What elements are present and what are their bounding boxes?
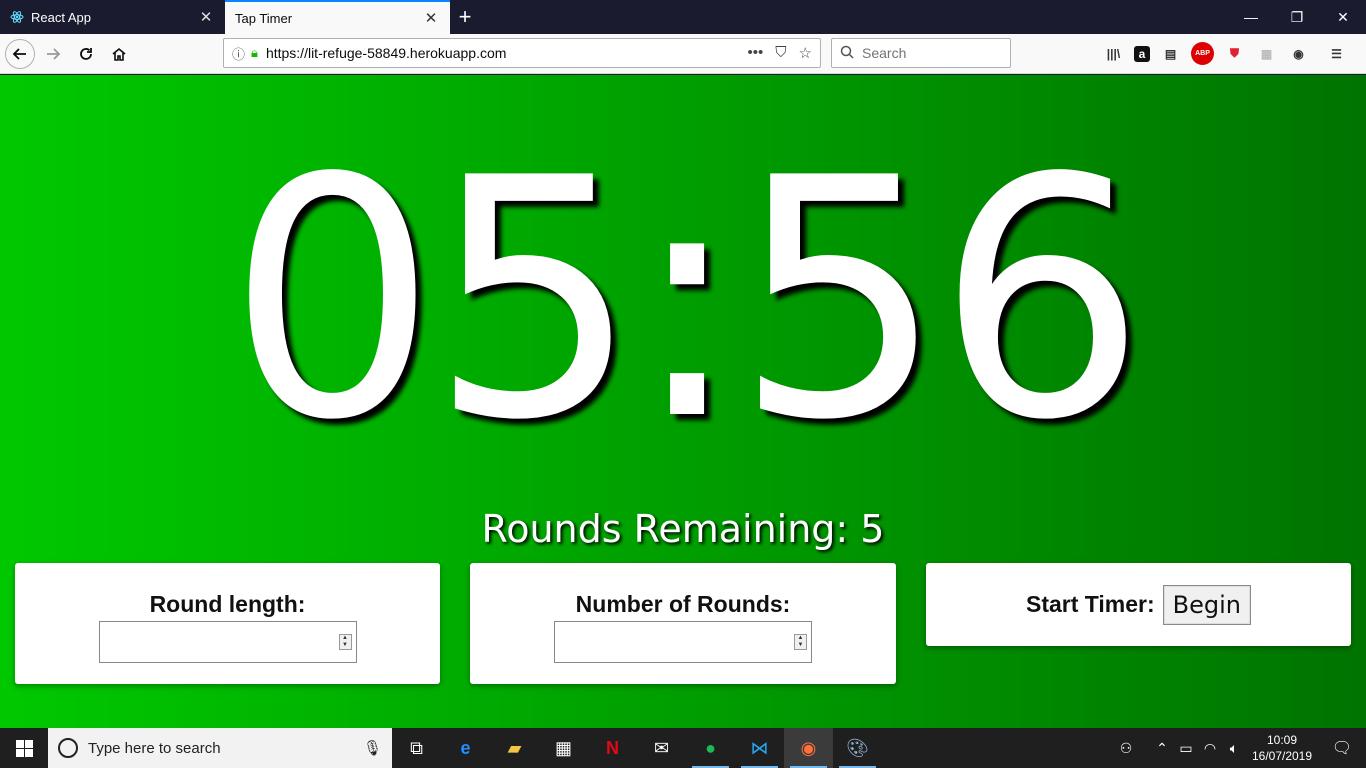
- timer-display: 05:56: [227, 108, 1146, 492]
- amazon-icon[interactable]: a: [1134, 45, 1150, 62]
- reload-icon: [80, 47, 92, 60]
- round-length-input[interactable]: [99, 622, 356, 662]
- spin-down-icon[interactable]: ▼: [795, 642, 806, 649]
- tap-timer-page: 05:56 Rounds Remaining: 5 Round length: …: [0, 75, 1366, 728]
- cortana-icon: [58, 738, 78, 758]
- search-placeholder: Search: [862, 45, 907, 61]
- back-arrow-icon: [12, 47, 26, 60]
- start-button[interactable]: [0, 728, 48, 768]
- taskbar: Type here to search 🎙︎ ⧉ e ▰ ▦ N ✉ ● ⋈ ◉…: [0, 728, 1366, 768]
- netflix-icon[interactable]: N: [588, 728, 637, 768]
- task-view-icon[interactable]: ⧉: [392, 728, 441, 768]
- window-controls: — ❐ ✕: [1228, 0, 1366, 34]
- account-icon[interactable]: ◉: [1287, 42, 1310, 65]
- info-icon[interactable]: ⓘ: [232, 44, 245, 63]
- tab-tap-timer[interactable]: Tap Timer ✕: [225, 0, 450, 34]
- store-icon[interactable]: ▦: [539, 728, 588, 768]
- spin-up-icon[interactable]: ▲: [340, 635, 351, 642]
- volume-icon[interactable]: 🔈︎: [1222, 740, 1246, 757]
- minimize-button[interactable]: —: [1228, 0, 1274, 34]
- mail-icon[interactable]: ✉: [637, 728, 686, 768]
- pocket-icon[interactable]: ⛉: [775, 44, 786, 62]
- search-icon: [840, 45, 854, 62]
- tab-close-icon[interactable]: ✕: [422, 9, 440, 27]
- extension-icon[interactable]: ▦: [1255, 42, 1278, 65]
- forward-button[interactable]: [38, 39, 68, 69]
- bookmark-star-icon[interactable]: ☆: [799, 44, 812, 62]
- reload-button[interactable]: [71, 39, 101, 69]
- round-length-field[interactable]: ▲ ▼: [98, 621, 357, 663]
- new-tab-button[interactable]: +: [450, 0, 480, 34]
- number-of-rounds-input[interactable]: [555, 622, 811, 662]
- tab-title: React App: [31, 9, 91, 25]
- round-length-card: Round length: ▲ ▼: [15, 563, 440, 684]
- menu-icon[interactable]: ☰: [1325, 42, 1348, 65]
- rounds-remaining: Rounds Remaining: 5: [481, 507, 885, 551]
- back-button[interactable]: [5, 38, 35, 69]
- number-of-rounds-card: Number of Rounds: ▲ ▼: [470, 563, 896, 684]
- close-window-button[interactable]: ✕: [1320, 0, 1366, 34]
- firefox-icon[interactable]: ◉: [784, 728, 833, 768]
- tab-react-app[interactable]: React App ✕: [0, 0, 225, 34]
- round-length-label: Round length:: [149, 591, 306, 617]
- adblock-icon[interactable]: ABP: [1191, 42, 1214, 65]
- tab-strip: React App ✕ Tap Timer ✕ + — ❐ ✕: [0, 0, 1366, 34]
- spin-up-icon[interactable]: ▲: [795, 635, 806, 642]
- react-logo-icon: [10, 10, 24, 24]
- page-actions-icon[interactable]: •••: [748, 44, 764, 62]
- action-center-icon[interactable]: 🗨︎: [1318, 738, 1366, 758]
- reader-icon[interactable]: ▤: [1159, 42, 1182, 65]
- file-explorer-icon[interactable]: ▰: [490, 728, 539, 768]
- taskbar-search-placeholder: Type here to search: [88, 739, 221, 757]
- clock[interactable]: 10:09 16/07/2019: [1246, 732, 1318, 764]
- edge-icon[interactable]: e: [441, 728, 490, 768]
- paint-icon[interactable]: 🎨︎: [833, 728, 882, 768]
- system-tray: ⚇ ⌃ ▭ ◠ 🔈︎ 10:09 16/07/2019 🗨︎: [1114, 728, 1366, 768]
- spotify-icon[interactable]: ●: [686, 728, 735, 768]
- vscode-icon[interactable]: ⋈: [735, 728, 784, 768]
- number-of-rounds-spinner[interactable]: ▲ ▼: [794, 634, 807, 650]
- microphone-icon[interactable]: 🎙︎: [363, 739, 382, 757]
- people-icon[interactable]: ⚇: [1114, 740, 1138, 757]
- number-of-rounds-field[interactable]: ▲ ▼: [554, 621, 812, 663]
- address-bar[interactable]: ⓘ 🔒︎ https://lit-refuge-58849.herokuapp.…: [223, 38, 821, 68]
- tab-title: Tap Timer: [235, 10, 293, 26]
- start-timer-label: Start Timer:: [1025, 591, 1155, 617]
- restore-button[interactable]: ❐: [1274, 0, 1320, 34]
- tab-close-icon[interactable]: ✕: [197, 8, 215, 26]
- forward-arrow-icon: [47, 47, 61, 60]
- clock-time: 10:09: [1266, 733, 1298, 747]
- taskbar-search-box[interactable]: Type here to search 🎙︎: [48, 728, 392, 768]
- search-bar[interactable]: Search: [831, 38, 1011, 68]
- begin-button[interactable]: Begin: [1162, 584, 1251, 625]
- windows-logo-icon: [15, 739, 33, 757]
- wifi-icon[interactable]: ◠: [1198, 740, 1222, 757]
- home-button[interactable]: [104, 39, 134, 69]
- url-text[interactable]: https://lit-refuge-58849.herokuapp.com: [266, 45, 748, 61]
- clock-date: 16/07/2019: [1251, 749, 1313, 763]
- start-timer-card: Start Timer: Begin: [926, 563, 1351, 646]
- toolbar-icons: |||\ a ▤ ABP ⛊ ▦ ◉ ☰: [1102, 42, 1348, 65]
- spin-down-icon[interactable]: ▼: [340, 642, 351, 649]
- library-icon[interactable]: |||\: [1102, 42, 1125, 65]
- navigation-toolbar: ⓘ 🔒︎ https://lit-refuge-58849.herokuapp.…: [0, 34, 1366, 74]
- round-length-spinner[interactable]: ▲ ▼: [338, 634, 352, 650]
- taskbar-apps: ⧉ e ▰ ▦ N ✉ ● ⋈ ◉ 🎨︎: [392, 728, 882, 768]
- number-of-rounds-label: Number of Rounds:: [575, 591, 791, 617]
- home-icon: [112, 47, 126, 61]
- show-hidden-icons-icon[interactable]: ⌃: [1150, 740, 1174, 757]
- brave-shield-icon[interactable]: ⛊: [1223, 42, 1246, 65]
- battery-icon[interactable]: ▭: [1174, 740, 1198, 757]
- lock-icon: 🔒︎: [251, 45, 258, 60]
